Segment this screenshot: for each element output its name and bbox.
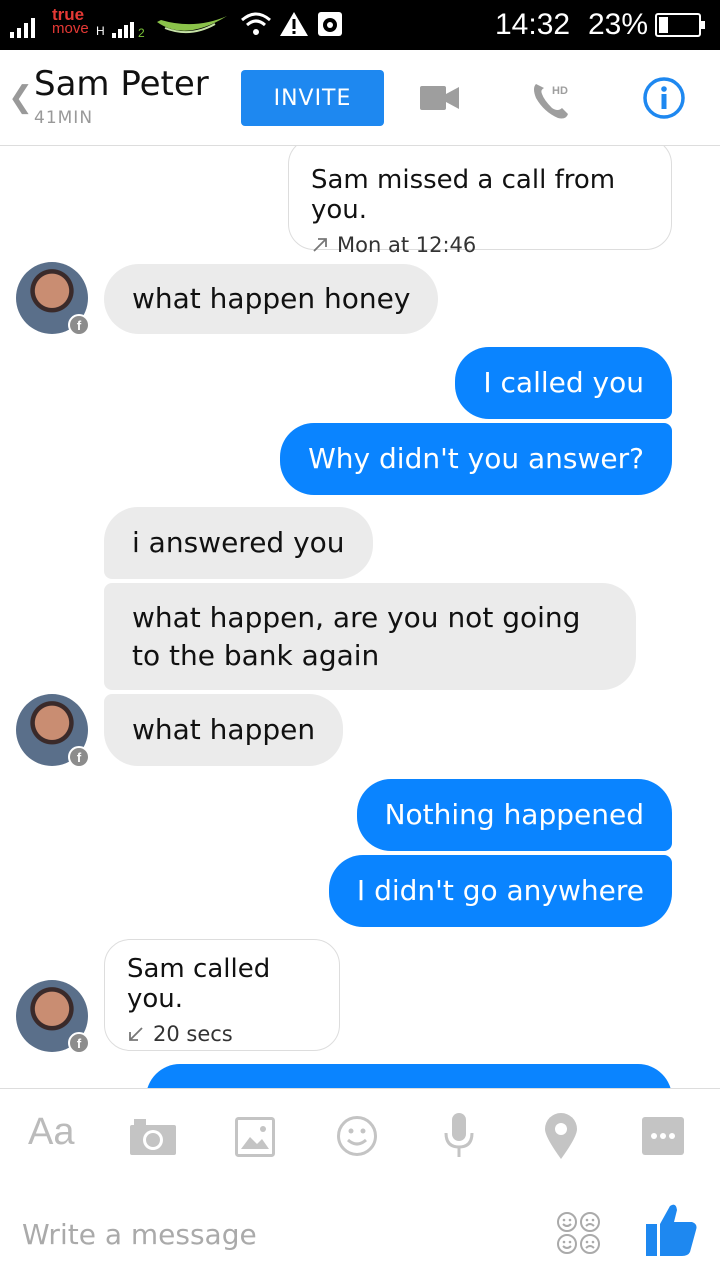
contact-name[interactable]: Sam Peter [34,64,209,104]
battery-percent: 23% [588,8,649,41]
thumbs-up-icon[interactable] [646,1202,698,1258]
message-input[interactable] [22,1212,502,1256]
emoji-icon[interactable] [336,1115,378,1157]
warning-icon [280,12,308,36]
avatar[interactable]: f [16,980,90,1054]
message-composer [0,1184,720,1280]
last-active-status: 41MIN [34,108,94,128]
incoming-message[interactable]: i answered you [104,507,373,579]
battery-icon [655,13,705,37]
outgoing-message-partial[interactable] [146,1064,672,1088]
call-subtitle: 20 secs [127,1022,317,1046]
facebook-badge-icon: f [68,746,90,768]
incoming-message[interactable]: what happen [104,694,344,766]
microphone-icon[interactable] [444,1113,474,1159]
facebook-badge-icon: f [68,314,90,336]
carrier-line2: move [52,20,89,37]
avatar[interactable]: f [16,262,90,336]
incoming-message[interactable]: what happen honey [104,264,439,334]
status-bar: true move H 2 14:32 23% [0,0,720,50]
outgoing-message[interactable]: Nothing happened [356,779,672,851]
message-line: what happen, are you not going [132,601,581,634]
video-camera-icon[interactable] [420,84,460,112]
outgoing-message[interactable]: I didn't go anywhere [328,855,672,927]
outgoing-arrow-icon [313,238,327,252]
clock: 14:32 [495,8,571,41]
sticker-icon[interactable] [556,1212,602,1254]
more-icon[interactable] [642,1117,684,1155]
call-duration: 20 secs [153,1022,233,1046]
invite-button[interactable]: INVITE [241,70,384,126]
incoming-message-multiline[interactable]: what happen, are you not going to the ba… [104,583,636,690]
screenshot-icon [318,12,342,36]
call-subtitle: Mon at 12:46 [311,233,649,257]
battery-fill [659,17,668,33]
camera-icon[interactable] [130,1119,176,1155]
location-icon[interactable] [545,1113,577,1159]
call-title: Sam called you. [127,954,271,1014]
incoming-arrow-icon [129,1027,143,1041]
hd-phone-icon[interactable]: HD [530,78,574,122]
ais-logo-icon [157,16,227,34]
outgoing-message[interactable]: I called you [455,347,672,419]
call-title: Sam missed a call from you. [311,165,616,225]
message-line: to the bank again [132,639,380,672]
text-toggle-button[interactable]: Aa [28,1111,74,1154]
carrier-logo: true move [52,6,89,36]
avatar[interactable]: f [16,694,90,768]
call-time: Mon at 12:46 [337,233,477,257]
facebook-badge-icon: f [68,1032,90,1054]
signal-icon [10,16,35,38]
chevron-left-icon[interactable]: ❮ [8,80,33,115]
incoming-call-card[interactable]: Sam called you. 20 secs [104,939,340,1051]
wifi-icon [241,12,271,35]
conversation-header: ❮ Sam Peter 41MIN INVITE HD [0,50,720,146]
message-list[interactable]: Sam missed a call from you. Mon at 12:46… [0,146,720,1088]
status-icons [240,10,344,38]
outgoing-message[interactable]: Why didn't you answer? [280,423,672,495]
composer-toolbar: Aa [0,1088,720,1184]
info-icon[interactable] [642,76,686,120]
missed-call-card[interactable]: Sam missed a call from you. Mon at 12:46 [288,146,672,257]
hd-badge: HD [552,85,568,97]
network-type: H [96,24,105,38]
sim2-label: 2 [138,26,145,40]
signal2-icon [112,22,134,38]
gallery-icon[interactable] [235,1117,275,1157]
